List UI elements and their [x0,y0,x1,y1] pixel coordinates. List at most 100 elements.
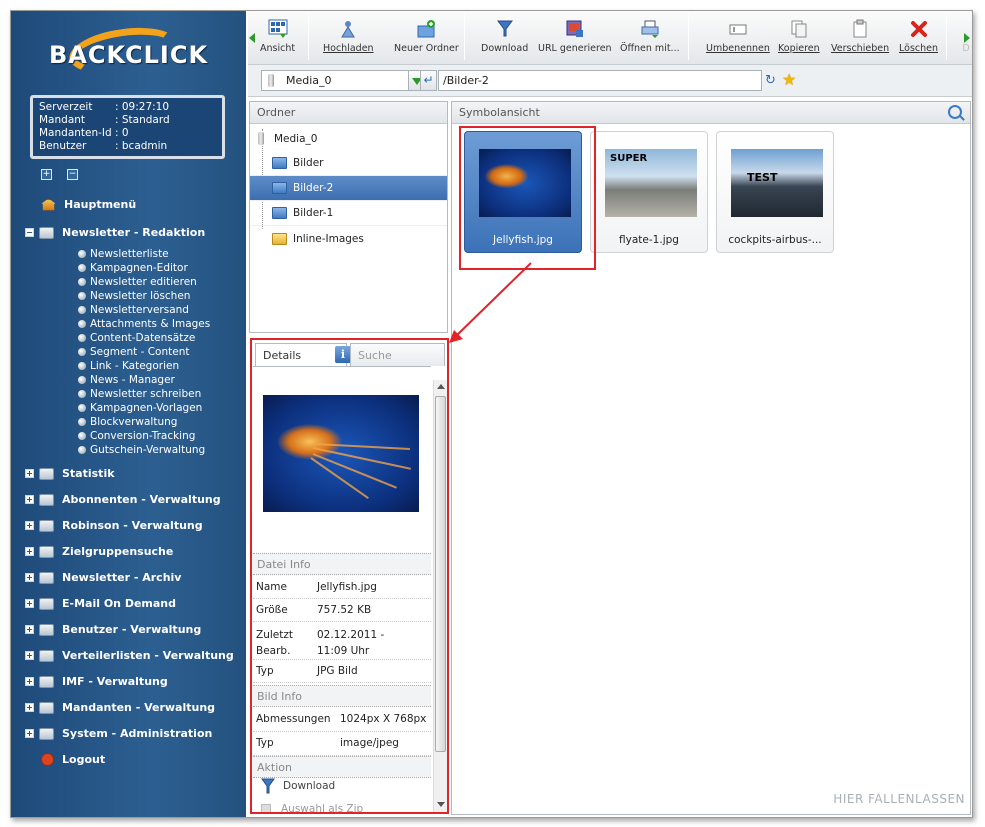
bullet-icon [78,418,86,426]
media-select[interactable]: Media_0 [261,70,409,91]
annotation-highlight-details [250,338,449,814]
storage-icon [258,132,264,145]
expand-icon[interactable]: + [25,625,34,634]
expand-icon[interactable]: + [25,469,34,478]
tree-folder[interactable]: Inline-Images [250,226,447,251]
submenu-item[interactable]: Newsletter schreiben [78,388,201,400]
bullet-icon [78,264,86,272]
view-button[interactable]: Ansicht [260,19,295,54]
new-folder-button[interactable]: Neuer Ordner [394,19,459,54]
drop-zone-hint[interactable]: HIER FALLENLASSEN [833,792,965,806]
expand-icon[interactable]: + [25,547,34,556]
expand-icon[interactable]: + [25,729,34,738]
nav-logout[interactable]: Logout [41,753,105,766]
nav-section[interactable]: + System - Administration [25,727,212,740]
nav-section[interactable]: + E-Mail On Demand [25,597,176,610]
bullet-icon [78,278,86,286]
nav-main-menu[interactable]: Hauptmenü [41,198,136,211]
url-image-icon [566,20,583,37]
submenu-item[interactable]: Newsletter löschen [78,290,190,302]
submenu-item[interactable]: Gutschein-Verwaltung [78,444,205,456]
expand-icon[interactable]: + [25,495,34,504]
expand-icon[interactable]: + [25,521,34,530]
submenu-item[interactable]: Link - Kategorien [78,360,179,372]
submenu-item[interactable]: Newsletterversand [78,304,189,316]
open-with-button[interactable]: Öffnen mit... [620,19,680,54]
submenu-item[interactable]: Segment - Content [78,346,189,358]
nav-section[interactable]: + Verteilerlisten - Verwaltung [25,649,234,662]
icon-view-title: Symbolansicht [452,102,970,124]
tree-folder[interactable]: Bilder [250,151,447,176]
submenu-item[interactable]: Blockverwaltung [78,416,177,428]
nav-section[interactable]: + Mandanten - Verwaltung [25,701,215,714]
folder-icon [39,701,54,714]
move-icon [853,19,867,38]
expand-icon[interactable]: + [25,703,34,712]
expand-icon[interactable]: + [25,651,34,660]
generate-url-button[interactable]: URL generieren [538,19,612,54]
bullet-icon [78,250,86,258]
collapse-all-button[interactable]: − [67,169,78,180]
submenu-item[interactable]: Newsletter editieren [78,276,197,288]
folder-icon [39,545,54,558]
submenu-item[interactable]: News - Manager [78,374,175,386]
submenu-item[interactable]: Kampagnen-Vorlagen [78,402,202,414]
bullet-icon [78,306,86,314]
download-button[interactable]: Download [481,19,528,54]
delete-button[interactable]: Löschen [899,19,938,54]
zoom-icon[interactable] [948,105,962,119]
nav-section[interactable]: + Statistik [25,467,115,480]
submenu-item[interactable]: Content-Datensätze [78,332,195,344]
nav-section[interactable]: + IMF - Verwaltung [25,675,168,688]
address-bar: Media_0 ↵ /Bilder-2 ↻ ★ [248,65,972,97]
bullet-icon [78,334,86,342]
file-name: flyate-1.jpg [619,234,679,246]
toolbar-separator [308,14,309,60]
app-window: BACKCLICK Serverzeit: 09:27:10 Mandant: … [10,10,973,818]
toolbar: Ansicht Hochladen Neuer Ordner Download … [248,11,972,65]
info-row: Mandant: Standard [39,114,170,126]
tree-folder[interactable]: Bilder-1 [250,201,447,226]
annotation-highlight-thumb [459,126,596,270]
expand-all-button[interactable]: + [41,169,52,180]
upload-button[interactable]: Hochladen [323,19,374,54]
printer-icon [641,20,659,38]
images-folder-icon [272,232,287,245]
logo-text: BACKCLICK [49,41,209,69]
nav-section[interactable]: + Newsletter - Archiv [25,571,181,584]
move-button[interactable]: Verschieben [831,19,889,54]
file-thumb[interactable]: TEST cockpits-airbus-... [716,131,834,253]
rename-button[interactable]: Umbenennen [706,19,770,54]
bullet-icon [78,320,86,328]
bullet-icon [78,376,86,384]
folder-icon [39,623,54,636]
folder-up-button[interactable]: ↵ [420,70,437,91]
tree-folder-selected[interactable]: Bilder-2 [250,176,447,201]
backclick-logo[interactable]: BACKCLICK [49,21,209,81]
submenu-item[interactable]: Newsletterliste [78,248,169,260]
submenu-item[interactable]: Kampagnen-Editor [78,262,188,274]
toolbar-scroll-left[interactable] [249,33,255,43]
submenu-item[interactable]: Attachments & Images [78,318,210,330]
bullet-icon [78,292,86,300]
submenu-item[interactable]: Conversion-Tracking [78,430,195,442]
copy-button[interactable]: Kopieren [778,19,820,54]
nav-section[interactable]: + Abonnenten - Verwaltung [25,493,221,506]
toolbar-separator [946,14,947,60]
favorite-star-icon[interactable]: ★ [782,71,800,89]
expand-icon[interactable]: + [25,677,34,686]
annotation-arrow [449,262,532,343]
nav-section[interactable]: + Benutzer - Verwaltung [25,623,201,636]
nav-section[interactable]: + Robinson - Verwaltung [25,519,203,532]
tree-root[interactable]: Media_0 [250,126,447,151]
toolbar-scroll-right[interactable] [964,33,970,43]
file-thumb[interactable]: SUPER flyate-1.jpg [590,131,708,253]
nav-section[interactable]: + Zielgruppensuche [25,545,173,558]
path-input[interactable]: /Bilder-2 [438,70,762,91]
refresh-icon[interactable]: ↻ [765,73,776,88]
expand-icon[interactable]: + [25,573,34,582]
info-row: Mandanten-Id: 0 [39,127,129,139]
expand-icon[interactable]: + [25,599,34,608]
collapse-icon[interactable]: − [25,228,34,237]
nav-newsletter-redaktion[interactable]: − Newsletter - Redaktion [25,226,205,239]
